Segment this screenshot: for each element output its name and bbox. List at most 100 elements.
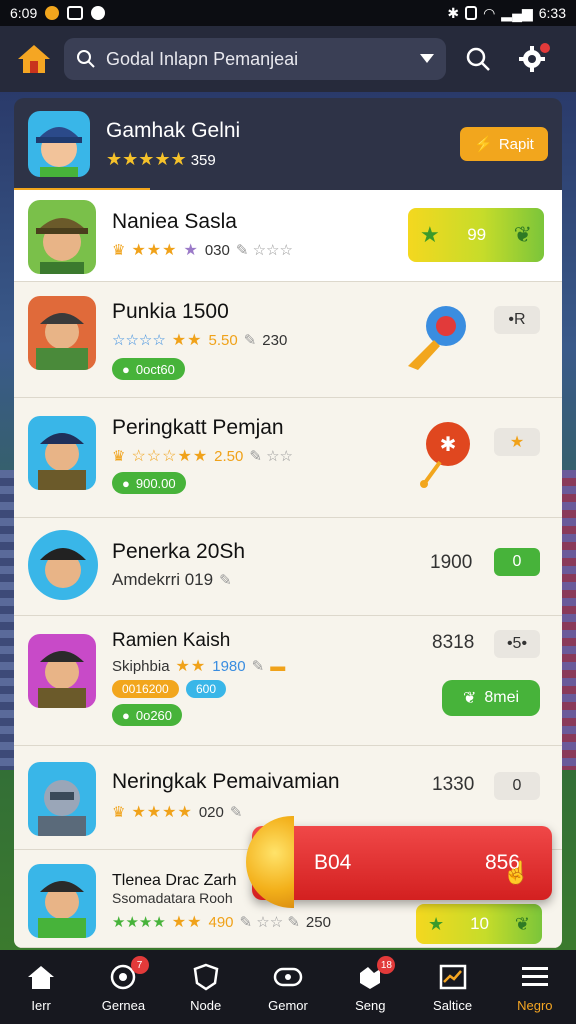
play-button[interactable]: ★ 10 ❦ (416, 904, 542, 944)
coin-icon: ● (122, 707, 130, 723)
search-icon (77, 50, 95, 68)
home-icon (26, 962, 56, 992)
row-rating: ♛ ☆☆☆★★ 2.50 ✎ ☆☆ (112, 447, 294, 466)
avatar (28, 864, 96, 938)
wifi-icon: ◠ (483, 4, 496, 21)
status-time-right: 6:33 (538, 5, 566, 21)
search-input[interactable]: Godal Inlapn Pemanjeai (64, 38, 446, 80)
nav-item-saltice[interactable]: Saltice (411, 950, 493, 1024)
hand-pointer-icon: ☝ (502, 860, 530, 885)
search-button[interactable] (456, 37, 500, 81)
chart-icon (438, 962, 468, 992)
list-item[interactable]: Penerka 20Sh Amdekrri 019 ✎ 1900 0 (14, 518, 562, 616)
signal-icon: ▂▄▆ (501, 4, 533, 21)
row-title: Penerka 20Sh (112, 540, 246, 563)
app-header: Godal Inlapn Pemanjeai (0, 26, 576, 92)
settings-button[interactable] (510, 37, 554, 81)
star-icon: ★ (428, 913, 445, 934)
rapit-button[interactable]: ⚡ Rapit (460, 127, 548, 161)
chevron-down-icon (420, 54, 434, 63)
row-subtitle: Ssomadatara Rooh (112, 890, 233, 906)
nav-item-negro[interactable]: Negro (494, 950, 576, 1024)
nav-item-seng[interactable]: Seng 18 (329, 950, 411, 1024)
row-chip[interactable]: 0 (494, 772, 540, 800)
status-pill: ● 0o260 (112, 704, 183, 726)
fish-trophy-icon (404, 300, 470, 374)
row-subtitle: Amdekrri 019 ✎ (112, 570, 232, 589)
list-item[interactable]: Ramien Kaish Skiphbia ★★ 1980 ✎ ▬ 0016200 … (14, 616, 562, 746)
status-pill: ● 900.00 (112, 472, 186, 494)
row-rating: ☆☆☆☆ ★★ 5.50 ✎ 230 (112, 331, 288, 350)
search-text: Godal Inlapn Pemanjeai (106, 48, 299, 69)
status-pill: ● 0oct60 (112, 358, 185, 380)
leaf-icon: ❦ (513, 222, 532, 247)
row-rating: Skiphbia ★★ 1980 ✎ ▬ (112, 657, 286, 676)
leaf-icon: ❦ (462, 690, 477, 707)
bluetooth-icon: ✱ (447, 4, 460, 21)
featured-game-title: Gamhak Gelni (106, 118, 241, 142)
bolt-icon: ⚡ (474, 136, 493, 153)
row-title: Punkia 1500 (112, 300, 229, 323)
bottom-nav: Ierr Gernea 7 Node Gemor Seng 18 Saltice (0, 950, 576, 1024)
star-icon: ★ (420, 222, 440, 247)
avatar (28, 111, 90, 177)
avatar (28, 530, 98, 600)
row-chip[interactable]: ★ (494, 428, 540, 456)
avatar (28, 416, 96, 490)
avatar (28, 634, 96, 708)
nav-item-home[interactable]: Ierr (0, 950, 82, 1024)
house-icon (18, 45, 50, 73)
featured-game-rating: ★★★★★ 359 (106, 148, 216, 169)
list-item[interactable]: Punkia 1500 ☆☆☆☆ ★★ 5.50 ✎ 230 ● 0oct60 •R (14, 282, 562, 398)
row-chip[interactable]: •R (494, 306, 540, 334)
status-bar: 6:09 ✱ ◠ ▂▄▆ 6:33 (0, 0, 576, 26)
row-title: Peringkatt Pemjan (112, 416, 284, 439)
featured-game-card[interactable]: Gamhak Gelni ★★★★★ 359 ⚡ Rapit (14, 98, 562, 190)
coin-icon (246, 816, 294, 908)
avatar (28, 762, 96, 836)
list-item[interactable]: Naniea Sasla ♛ ★★★ ★ 030 ✎ ☆☆☆ ★ 99 ❦ (14, 190, 562, 282)
face-icon (91, 6, 106, 20)
target-pin-icon: ✱ (418, 420, 474, 490)
row-chip[interactable]: •5• (494, 630, 540, 658)
row-title: Tlenea Drac Zarh (112, 872, 237, 889)
action-button[interactable]: ❦ 8mei (442, 680, 540, 716)
row-chip[interactable]: 0 (494, 548, 540, 576)
nav-badge: 7 (130, 956, 149, 974)
promo-left-label: B04 (314, 851, 352, 874)
avatar (28, 296, 96, 370)
nav-item-node[interactable]: Node (165, 950, 247, 1024)
vibrate-icon (465, 6, 478, 20)
image-icon (67, 6, 84, 20)
row-rating: ♛ ★★★★ 020 ✎ (112, 803, 243, 822)
svg-text:✱: ✱ (440, 432, 457, 456)
leaf-icon: ❦ (514, 913, 530, 934)
row-score: 8318 (432, 632, 475, 653)
home-button[interactable] (12, 37, 56, 81)
avatar (28, 200, 96, 274)
nav-item-games[interactable]: Gernea 7 (82, 950, 164, 1024)
controller-icon (273, 962, 303, 992)
menu-icon (520, 962, 550, 992)
notification-dot (540, 43, 550, 53)
nav-item-gemor[interactable]: Gemor (247, 950, 329, 1024)
row-title: Ramien Kaish (112, 630, 231, 651)
promo-banner[interactable]: B04 856 ☝ (246, 816, 552, 908)
cyan-pill: 600 (186, 680, 227, 698)
coin-icon: ● (122, 361, 130, 377)
crown-icon: ♛ (112, 242, 126, 259)
row-rating: ★★★★ ★★ 490 ✎ ☆☆ ✎ 250 (112, 913, 331, 932)
status-time-left: 6:09 (10, 5, 38, 21)
shield-icon (191, 962, 221, 992)
coin-icon: ● (122, 475, 130, 491)
search-icon (466, 47, 490, 71)
row-score: 1900 (430, 552, 473, 573)
nav-badge: 18 (377, 956, 396, 974)
list-item[interactable]: Peringkatt Pemjan ♛ ☆☆☆★★ 2.50 ✎ ☆☆ ● 900.… (14, 398, 562, 518)
row-score: 1330 (432, 774, 475, 795)
row-rating: ♛ ★★★ ★ 030 ✎ ☆☆☆ (112, 241, 293, 260)
notification-icon (45, 6, 60, 20)
row-title: Neringkak Pemaivamian (112, 770, 340, 793)
row-title: Naniea Sasla (112, 210, 237, 233)
play-button[interactable]: ★ 99 ❦ (408, 208, 544, 262)
